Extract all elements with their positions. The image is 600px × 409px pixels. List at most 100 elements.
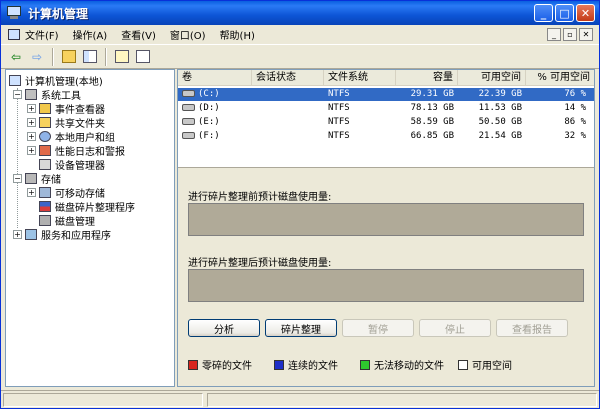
expand-icon[interactable]: + <box>27 145 36 155</box>
console-tree: 计算机管理(本地) − 系统工具 + 事件查看器 + 共享文件夹 + 本地用户和… <box>5 69 175 387</box>
fs-cell: NTFS <box>328 131 350 141</box>
mdi-minimize-button[interactable]: _ <box>547 28 561 41</box>
capacity-cell: 58.59 GB <box>410 117 454 127</box>
tree-item-event-viewer[interactable]: + 事件查看器 <box>27 101 105 116</box>
status-cell <box>207 393 597 407</box>
column-header-session-status[interactable]: 会话状态 <box>252 70 324 86</box>
free-cell: 22.39 GB <box>478 89 522 99</box>
menu-window-label: 窗口(O) <box>169 31 206 42</box>
column-header-pct-free[interactable]: % 可用空间 <box>526 70 594 86</box>
close-button[interactable]: ✕ <box>576 4 595 22</box>
column-header-free-space[interactable]: 可用空间 <box>458 70 526 86</box>
after-usage-display <box>188 269 584 302</box>
column-header-file-system[interactable]: 文件系统 <box>324 70 396 86</box>
volume-row[interactable]: (E:) NTFS 58.59 GB 50.50 GB 86 % <box>178 116 594 129</box>
minimize-button[interactable]: _ <box>534 4 553 22</box>
tree-item-device-manager[interactable]: 设备管理器 <box>39 157 105 172</box>
tree-item-removable-storage[interactable]: + 可移动存储 <box>27 185 105 200</box>
expand-icon[interactable]: + <box>27 187 36 197</box>
tree-item-system-tools[interactable]: − 系统工具 <box>13 87 81 102</box>
action-buttons: 分析 碎片整理 暂停 停止 查看报告 <box>188 319 588 337</box>
pct-cell: 32 % <box>564 131 586 141</box>
legend-item: 连续的文件 <box>274 357 338 372</box>
after-estimate-label: 进行碎片整理后预计磁盘使用量: <box>188 258 332 269</box>
tree-item-defragmenter[interactable]: 磁盘碎片整理程序 <box>39 198 135 214</box>
free-space-swatch <box>458 359 468 370</box>
stop-button[interactable]: 停止 <box>419 319 491 337</box>
expand-icon[interactable]: + <box>27 103 36 113</box>
volume-row[interactable]: (F:) NTFS 66.85 GB 21.54 GB 32 % <box>178 130 594 143</box>
menu-action-label: 操作(A) <box>72 31 108 42</box>
services-icon <box>25 228 37 240</box>
expand-icon[interactable]: + <box>27 131 36 141</box>
performance-icon <box>39 144 51 156</box>
unmovable-swatch <box>360 359 370 370</box>
menu-help[interactable]: 帮助(H) <box>213 25 262 45</box>
capacity-cell: 78.13 GB <box>410 103 454 113</box>
fs-cell: NTFS <box>328 117 350 127</box>
title-bar[interactable]: 计算机管理 _ □ ✕ <box>1 1 599 25</box>
free-cell: 11.53 GB <box>478 103 522 113</box>
menu-file-label: 文件(F) <box>25 31 59 42</box>
disk-management-icon <box>39 214 51 226</box>
pct-cell: 76 % <box>564 89 586 99</box>
column-header-volume[interactable]: 卷 <box>178 70 252 86</box>
defragmenter-pane: 卷 会话状态 文件系统 容量 可用空间 % 可用空间 (C:) NTFS 29.… <box>177 69 595 387</box>
defragment-button[interactable]: 碎片整理 <box>265 319 337 337</box>
help-icon[interactable] <box>113 48 131 66</box>
up-folder-icon[interactable] <box>60 48 78 66</box>
tools-icon <box>25 88 37 100</box>
forward-arrow-icon[interactable]: ⇨ <box>28 48 46 66</box>
collapse-icon[interactable]: − <box>13 173 22 183</box>
volume-row[interactable]: (D:) NTFS 78.13 GB 11.53 GB 14 % <box>178 102 594 115</box>
maximize-button[interactable]: □ <box>555 4 574 22</box>
volume-list: 卷 会话状态 文件系统 容量 可用空间 % 可用空间 (C:) NTFS 29.… <box>178 70 594 168</box>
menu-file[interactable]: 文件(F) <box>1 25 66 45</box>
show-hide-tree-icon[interactable] <box>81 48 99 66</box>
tree-item-disk-management[interactable]: 磁盘管理 <box>39 213 95 228</box>
computer-icon <box>9 74 21 86</box>
pause-button[interactable]: 暂停 <box>342 319 414 337</box>
free-cell: 21.54 GB <box>478 131 522 141</box>
computer-management-icon <box>6 6 22 20</box>
defragmenter-icon <box>39 200 51 212</box>
hard-drive-icon <box>182 104 195 111</box>
mdi-close-button[interactable]: ✕ <box>579 28 593 41</box>
hard-drive-icon <box>182 132 195 139</box>
tree-item-services[interactable]: + 服务和应用程序 <box>13 227 111 242</box>
menu-window[interactable]: 窗口(O) <box>163 25 213 45</box>
toolbar-separator <box>52 47 54 66</box>
menu-view[interactable]: 查看(V) <box>114 25 163 45</box>
hard-drive-icon <box>182 90 195 97</box>
tree-item-local-users[interactable]: + 本地用户和组 <box>27 129 115 144</box>
console-icon <box>8 29 20 40</box>
volume-name-cell: (E:) <box>182 116 220 129</box>
volume-list-header: 卷 会话状态 文件系统 容量 可用空间 % 可用空间 <box>178 70 594 86</box>
tree-item-root[interactable]: 计算机管理(本地) <box>9 73 103 88</box>
shared-folder-icon <box>39 116 51 128</box>
tree-item-shared-folders[interactable]: + 共享文件夹 <box>27 115 105 130</box>
fs-cell: NTFS <box>328 103 350 113</box>
collapse-icon[interactable]: − <box>13 89 22 99</box>
legend: 零碎的文件 连续的文件 无法移动的文件 可用空间 <box>188 357 588 372</box>
view-report-button[interactable]: 查看报告 <box>496 319 568 337</box>
contiguous-swatch <box>274 359 284 370</box>
device-manager-icon <box>39 158 51 170</box>
volume-row[interactable]: (C:) NTFS 29.31 GB 22.39 GB 76 % <box>178 88 594 101</box>
properties-icon[interactable] <box>134 48 152 66</box>
mdi-restore-button[interactable]: ▫ <box>563 28 577 41</box>
expand-icon[interactable]: + <box>13 229 22 239</box>
column-header-capacity[interactable]: 容量 <box>396 70 458 86</box>
tree-item-perf-logs[interactable]: + 性能日志和警报 <box>27 143 125 158</box>
pct-cell: 14 % <box>564 103 586 113</box>
expand-icon[interactable]: + <box>27 117 36 127</box>
menu-action[interactable]: 操作(A) <box>66 25 115 45</box>
tree-item-storage[interactable]: − 存储 <box>13 171 61 186</box>
toolbar: ⇦ ⇨ <box>1 45 599 69</box>
menu-view-label: 查看(V) <box>121 31 156 42</box>
status-bar <box>1 390 599 408</box>
back-arrow-icon[interactable]: ⇦ <box>7 48 25 66</box>
before-estimate-label: 进行碎片整理前预计磁盘使用量: <box>188 192 332 203</box>
analyze-button[interactable]: 分析 <box>188 319 260 337</box>
toolbar-separator <box>105 47 107 66</box>
